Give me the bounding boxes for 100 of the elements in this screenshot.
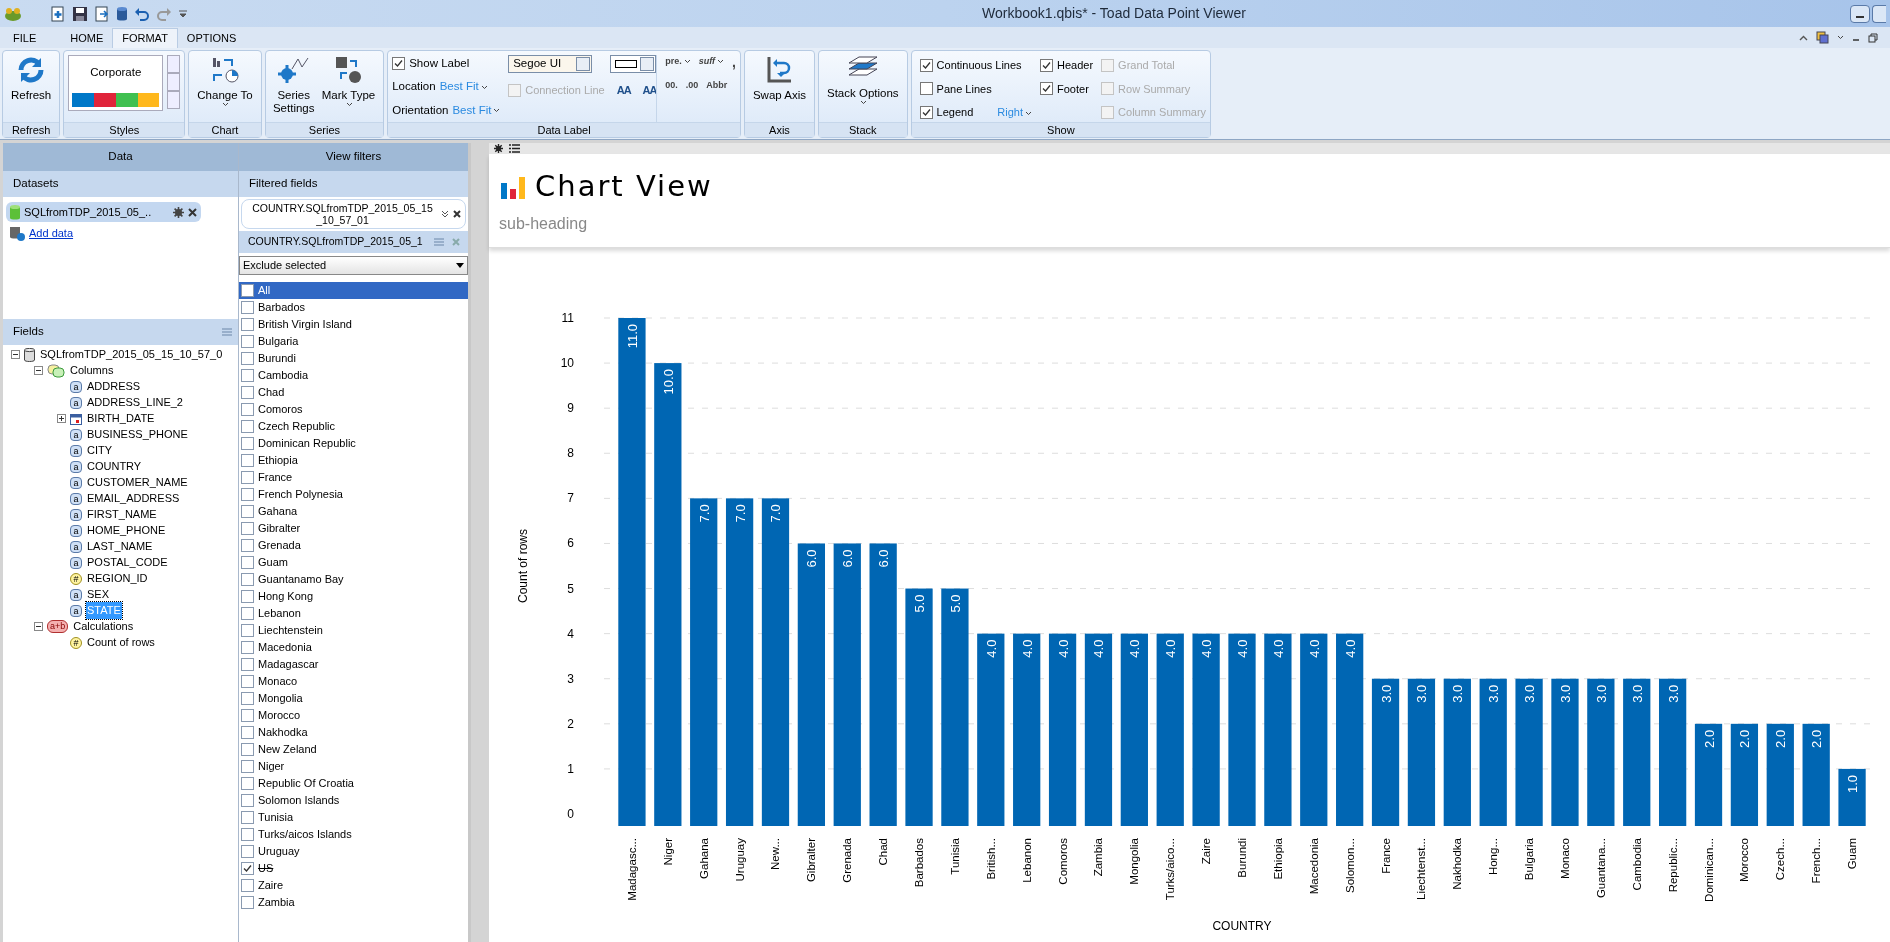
collapse-icon[interactable] xyxy=(11,350,20,359)
shrink-font-button[interactable]: AA xyxy=(642,82,657,99)
checkbox[interactable] xyxy=(241,607,254,620)
grow-font-button[interactable]: AA xyxy=(616,82,631,99)
filter-item[interactable]: Solomon Islands xyxy=(239,792,468,809)
restore-icon[interactable] xyxy=(1868,32,1878,43)
checkbox[interactable] xyxy=(241,862,254,875)
filter-item[interactable]: Ethiopia xyxy=(239,452,468,469)
checkbox[interactable] xyxy=(241,828,254,841)
checkbox[interactable] xyxy=(1040,58,1053,72)
checkbox[interactable] xyxy=(1040,82,1053,96)
checkbox[interactable] xyxy=(241,488,254,501)
collapse-icon[interactable] xyxy=(34,366,43,375)
gallery-down-button[interactable] xyxy=(167,73,181,91)
checkbox[interactable] xyxy=(241,845,254,858)
filter-item[interactable]: Nakhodka xyxy=(239,724,468,741)
close-icon[interactable] xyxy=(188,207,197,217)
collapse-icon[interactable] xyxy=(34,622,43,631)
checkbox[interactable] xyxy=(241,709,254,722)
show-option-checkbox[interactable]: Pane Lines xyxy=(919,79,1032,99)
decrease-decimal-button[interactable]: 00. xyxy=(665,78,678,92)
filter-item[interactable]: Burundi xyxy=(239,350,468,367)
filter-item[interactable]: British Virgin Island xyxy=(239,316,468,333)
show-option-checkbox[interactable]: Header xyxy=(1040,56,1094,75)
tree-item[interactable]: ADDRESS xyxy=(86,378,142,395)
filter-item[interactable]: Comoros xyxy=(239,401,468,418)
tree-item[interactable]: EMAIL_ADDRESS xyxy=(86,490,181,507)
checkbox[interactable] xyxy=(241,760,254,773)
tree-item[interactable]: SEX xyxy=(86,586,110,603)
filter-item[interactable]: Turks/aicos Islands xyxy=(239,826,468,843)
checkbox[interactable] xyxy=(919,106,933,120)
show-option-checkbox[interactable]: Legend Right xyxy=(919,103,1032,122)
gallery-more-button[interactable] xyxy=(167,91,181,109)
checkbox[interactable] xyxy=(241,590,254,603)
filter-item[interactable]: Zaire xyxy=(239,877,468,894)
checkbox[interactable] xyxy=(919,58,933,72)
tree-item[interactable]: BIRTH_DATE xyxy=(86,410,156,427)
checkbox[interactable] xyxy=(241,505,254,518)
mark-type-button[interactable]: Mark Type xyxy=(317,55,380,122)
checkbox[interactable] xyxy=(392,57,406,71)
filter-item[interactable]: Niger xyxy=(239,758,468,775)
series-settings-button[interactable]: Series Settings xyxy=(269,55,318,122)
checkbox[interactable] xyxy=(241,471,254,484)
caret-icon[interactable] xyxy=(1837,35,1844,40)
filtered-field-chip[interactable]: COUNTRY.SQLfromTDP_2015_05_15 _10_57_01 xyxy=(241,199,466,229)
show-option-checkbox[interactable]: Continuous Lines xyxy=(919,56,1032,75)
checkbox[interactable] xyxy=(241,811,254,824)
refresh-button[interactable]: Refresh xyxy=(7,55,56,122)
new-icon[interactable] xyxy=(50,5,66,22)
swap-axis-button[interactable]: Swap Axis xyxy=(748,55,810,122)
ribbon-tab[interactable]: FILE xyxy=(4,28,46,48)
checkbox[interactable] xyxy=(241,573,254,586)
filter-item[interactable]: France xyxy=(239,469,468,486)
tree-item[interactable]: HOME_PHONE xyxy=(86,522,167,539)
filter-item[interactable]: Cambodia xyxy=(239,367,468,384)
filter-item[interactable]: Chad xyxy=(239,384,468,401)
filter-item[interactable]: Morocco xyxy=(239,707,468,724)
stack-options-button[interactable]: Stack Options xyxy=(823,55,903,122)
filter-item[interactable]: Czech Republic xyxy=(239,418,468,435)
show-option-checkbox[interactable]: Footer xyxy=(1040,79,1094,99)
tree-item[interactable]: POSTAL_CODE xyxy=(86,554,169,571)
suffix-button[interactable]: suff xyxy=(698,55,725,69)
checkbox[interactable] xyxy=(241,556,254,569)
filter-item[interactable]: Mongolia xyxy=(239,690,468,707)
tree-item[interactable]: LAST_NAME xyxy=(86,538,154,555)
checkbox[interactable] xyxy=(241,675,254,688)
checkbox[interactable] xyxy=(241,284,254,297)
abbreviate-button[interactable]: Abbr xyxy=(706,78,728,92)
minimize-button[interactable] xyxy=(1850,4,1870,23)
settings-icon[interactable] xyxy=(494,144,503,153)
checkbox[interactable] xyxy=(241,318,254,331)
filter-item[interactable]: Guam xyxy=(239,554,468,571)
tree-item[interactable]: SQLfromTDP_2015_05_15_10_57_0 xyxy=(39,346,224,363)
dropdown-icon[interactable] xyxy=(178,8,188,19)
checkbox[interactable] xyxy=(241,454,254,467)
tree-item[interactable]: Columns xyxy=(69,362,115,379)
tree-item[interactable]: BUSINESS_PHONE xyxy=(86,426,189,443)
ribbon-tab[interactable]: HOME xyxy=(61,28,113,48)
gallery-up-button[interactable] xyxy=(167,55,181,73)
filter-item[interactable]: Grenada xyxy=(239,537,468,554)
list-icon[interactable] xyxy=(509,144,520,153)
filter-item[interactable]: Barbados xyxy=(239,299,468,316)
filter-item[interactable]: Guantanamo Bay xyxy=(239,571,468,588)
checkbox[interactable] xyxy=(241,539,254,552)
checkbox[interactable] xyxy=(241,777,254,790)
filter-item[interactable]: All xyxy=(239,282,468,299)
redo-icon[interactable] xyxy=(156,5,172,22)
tree-item[interactable]: REGION_ID xyxy=(86,570,149,587)
add-data-link[interactable]: Add data xyxy=(29,225,74,242)
font-dropdown[interactable]: Segoe UI xyxy=(508,55,593,73)
collapse-ribbon-icon[interactable] xyxy=(1799,34,1808,41)
tree-item[interactable]: FIRST_NAME xyxy=(86,506,158,523)
expand-icon[interactable] xyxy=(57,414,66,423)
checkbox[interactable] xyxy=(241,692,254,705)
filter-item[interactable]: US xyxy=(239,860,468,877)
ribbon-tab[interactable]: OPTIONS xyxy=(177,28,246,48)
checkbox[interactable] xyxy=(241,386,254,399)
filter-item[interactable]: French Polynesia xyxy=(239,486,468,503)
tree-item[interactable]: CUSTOMER_NAME xyxy=(86,474,189,491)
dataset-item[interactable]: SQLfromTDP_2015_05_.. xyxy=(6,202,201,222)
